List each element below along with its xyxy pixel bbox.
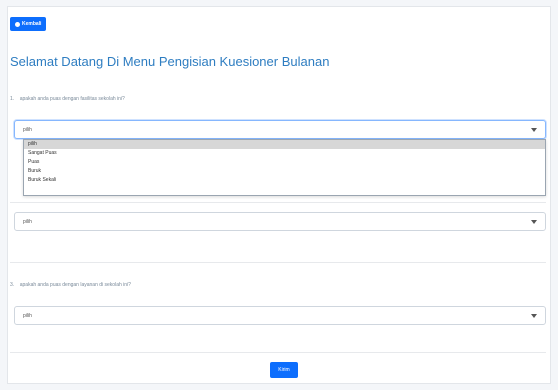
- back-button-label: Kembali: [22, 21, 42, 27]
- question-3-selected-value: pilih: [23, 312, 32, 319]
- page-title: Selamat Datang Di Menu Pengisian Kuesion…: [10, 54, 330, 69]
- chevron-down-icon: [531, 128, 537, 132]
- dropdown-option[interactable]: Sangat Puas: [24, 149, 545, 158]
- back-button[interactable]: Kembali: [10, 17, 47, 31]
- chevron-down-icon: [531, 314, 537, 318]
- dropdown-option[interactable]: Puas: [24, 158, 545, 167]
- dropdown-option[interactable]: pilih: [24, 140, 545, 149]
- question-1-dropdown: pilih Sangat Puas Puas Buruk Buruk Sekal…: [23, 139, 546, 196]
- question-1-number: 1.: [10, 96, 15, 102]
- page: Kembali Selamat Datang Di Menu Pengisian…: [0, 0, 558, 390]
- section-divider: [10, 202, 546, 203]
- question-1-text: 1. apakah anda puas dengan fasilitas sek…: [10, 96, 125, 102]
- dropdown-option[interactable]: Buruk: [24, 167, 545, 176]
- chevron-down-icon: [531, 220, 537, 224]
- question-1-selected-value: pilih: [23, 126, 32, 133]
- section-divider: [10, 352, 546, 353]
- question-3-select[interactable]: pilih: [14, 306, 546, 325]
- question-3-text: 3. apakah anda puas dengan layanan di se…: [10, 282, 131, 288]
- question-1-select[interactable]: pilih: [14, 120, 546, 139]
- dropdown-option[interactable]: Buruk Sekali: [24, 176, 545, 185]
- back-arrow-icon: [15, 21, 20, 27]
- submit-button[interactable]: Kirim: [270, 362, 298, 378]
- question-3-number: 3.: [10, 282, 15, 288]
- question-2-selected-value: pilih: [23, 218, 32, 225]
- question-2-select[interactable]: pilih: [14, 212, 546, 231]
- question-3-label: apakah anda puas dengan layanan di sekol…: [19, 282, 131, 288]
- question-1-label: apakah anda puas dengan fasilitas sekola…: [19, 96, 125, 102]
- section-divider: [10, 262, 546, 263]
